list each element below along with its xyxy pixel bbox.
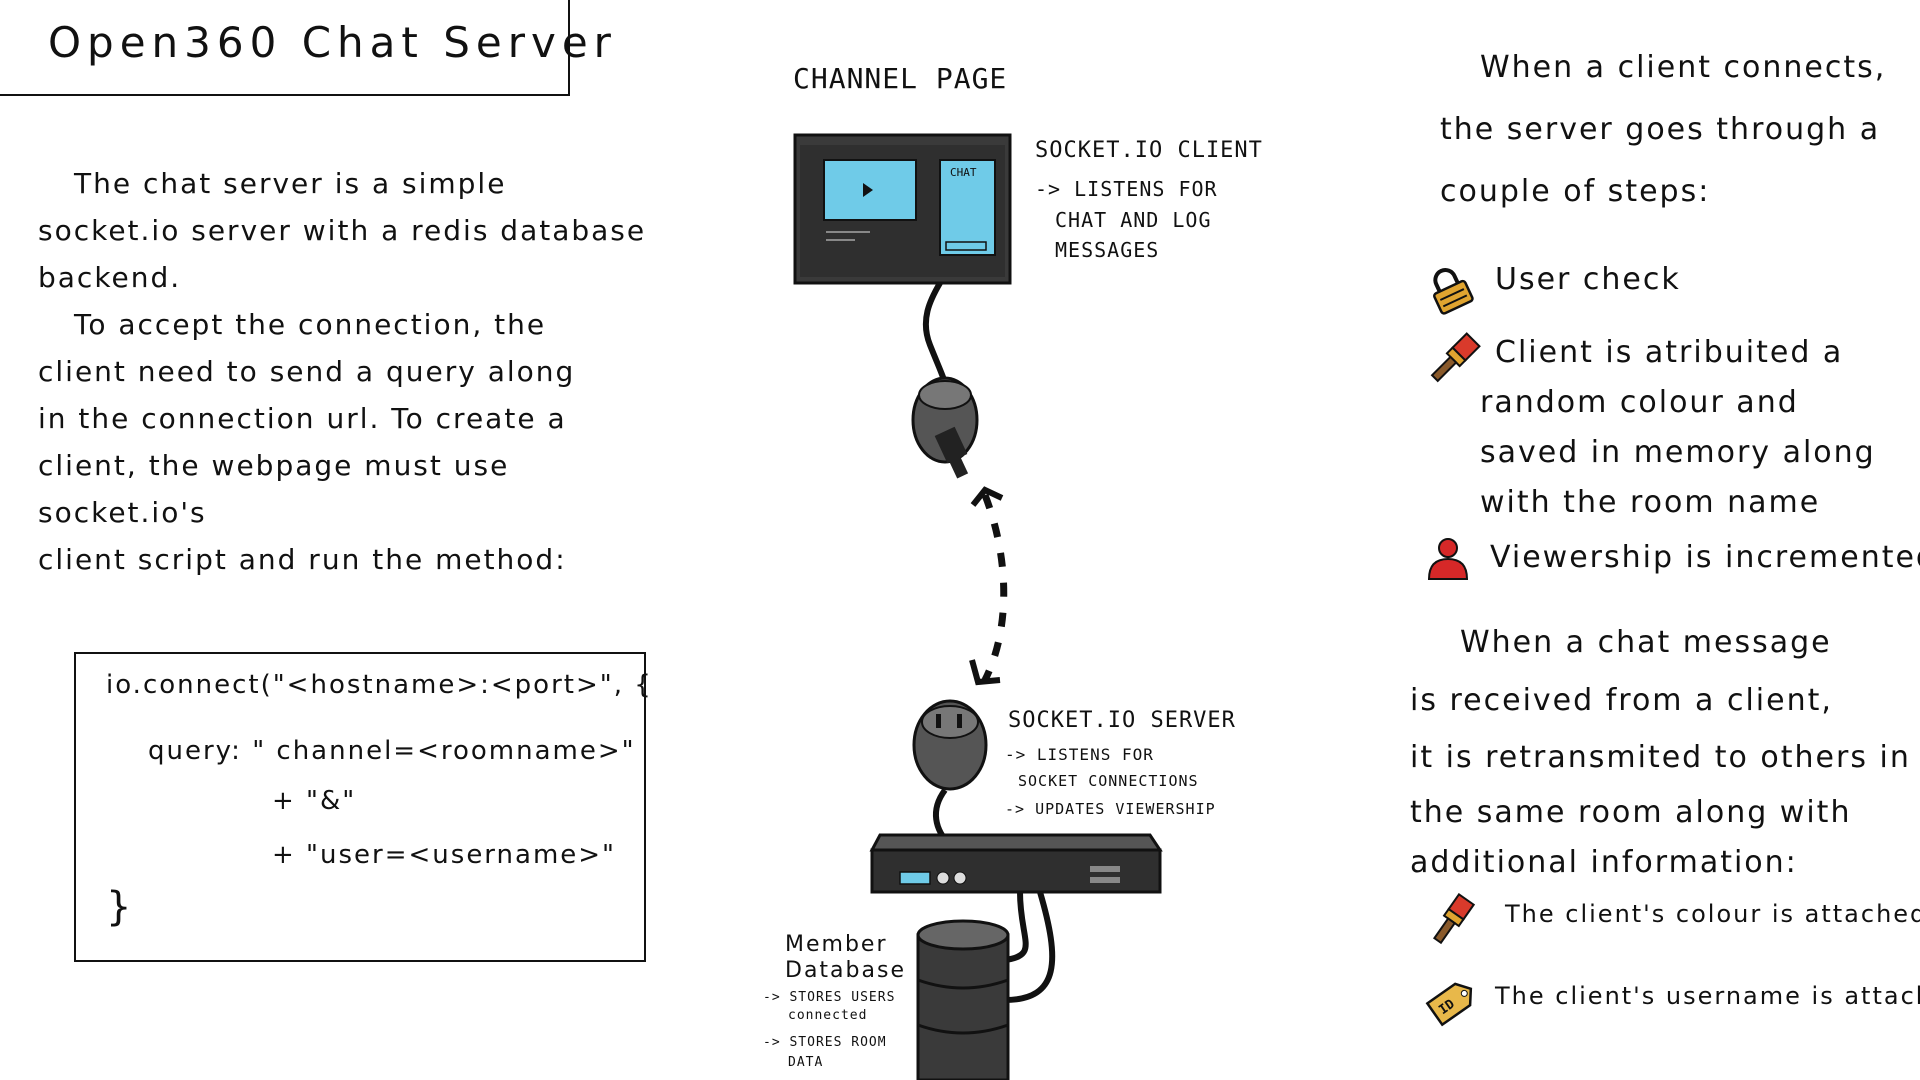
steps-intro-line: When a client connects, (1480, 50, 1887, 85)
member-database (916, 919, 1010, 1080)
step-text: with the room name (1480, 485, 1821, 520)
database-note: -> STORES USERS (763, 990, 896, 1005)
connection-arrow (981, 493, 1008, 682)
code-line: } (106, 884, 134, 930)
steps-intro-line: the server goes through a (1440, 112, 1881, 147)
intro-line: To accept the connection, the (74, 308, 547, 341)
message-intro-line: is received from a client, (1410, 683, 1833, 718)
client-title: SOCKET.IO CLIENT (1035, 138, 1263, 163)
database-note: connected (788, 1008, 868, 1023)
arrow-head-up (970, 486, 1004, 507)
steps-intro-line: couple of steps: (1440, 174, 1711, 209)
server-title: SOCKET.IO SERVER (1008, 708, 1236, 733)
database-title: Member (785, 932, 888, 957)
intro-line: client need to send a query along (38, 355, 576, 388)
arrow-head-down (969, 659, 1001, 686)
step-text: Viewership is incremented (1490, 540, 1920, 575)
intro-line: socket.io server with a redis database (38, 214, 647, 247)
client-note: -> LISTENS FOR (1035, 177, 1218, 201)
channel-page-monitor: CHAT (793, 133, 1012, 285)
intro-line: in the connection url. To create a (38, 402, 567, 435)
channel-page-heading: CHANNEL PAGE (793, 62, 1008, 95)
code-line: query: " channel=<roomname>" (148, 736, 636, 766)
paintbrush-icon (1432, 893, 1476, 945)
server-note: -> LISTENS FOR (1005, 745, 1154, 764)
chat-panel-label: CHAT (950, 166, 977, 179)
message-intro-line: When a chat message (1460, 625, 1832, 660)
message-intro-line: it is retransmited to others in (1410, 740, 1911, 775)
step-text: User check (1495, 262, 1681, 297)
server-note: -> UPDATES VIEWERSHIP (1005, 800, 1216, 818)
lock-icon (1433, 268, 1474, 315)
play-icon (863, 183, 873, 197)
paintbrush-icon (1430, 332, 1481, 383)
code-line: + "user=<username>" (272, 840, 617, 870)
server-socket (912, 699, 988, 791)
server-rack (869, 833, 1163, 894)
intro-line: client script and run the method: (38, 543, 567, 576)
server-note: SOCKET CONNECTIONS (1018, 772, 1199, 790)
client-plug (911, 376, 979, 479)
database-note: DATA (788, 1055, 824, 1070)
chat-panel (939, 159, 996, 256)
message-item-text: The client's colour is attached (1505, 900, 1920, 928)
client-note: MESSAGES (1055, 238, 1160, 262)
code-line: io.connect("<hostname>:<port>", { (106, 670, 653, 700)
step-text: random colour and (1480, 385, 1799, 420)
video-player (823, 159, 917, 221)
code-box: io.connect("<hostname>:<port>", { query:… (74, 652, 651, 962)
page-title: Open360 Chat Server (48, 18, 617, 67)
intro-line: backend. (38, 261, 182, 294)
person-icon (1427, 538, 1469, 580)
intro-text: The chat server is a simple socket.io se… (38, 160, 678, 583)
step-text: saved in memory along (1480, 435, 1876, 470)
database-note: -> STORES ROOM (763, 1035, 887, 1050)
message-intro-line: additional information: (1410, 845, 1798, 880)
code-line: + "&" (272, 786, 357, 816)
intro-line: The chat server is a simple (74, 167, 507, 200)
message-intro-line: the same room along with (1410, 795, 1852, 830)
intro-line: client, the webpage must use socket.io's (38, 449, 510, 529)
id-tag-icon: ID (1425, 982, 1473, 1027)
database-title: Database (785, 958, 906, 983)
client-note: CHAT AND LOG (1055, 208, 1212, 232)
message-item-text: The client's username is attached (1495, 982, 1920, 1010)
step-text: Client is atribuited a (1495, 335, 1844, 370)
